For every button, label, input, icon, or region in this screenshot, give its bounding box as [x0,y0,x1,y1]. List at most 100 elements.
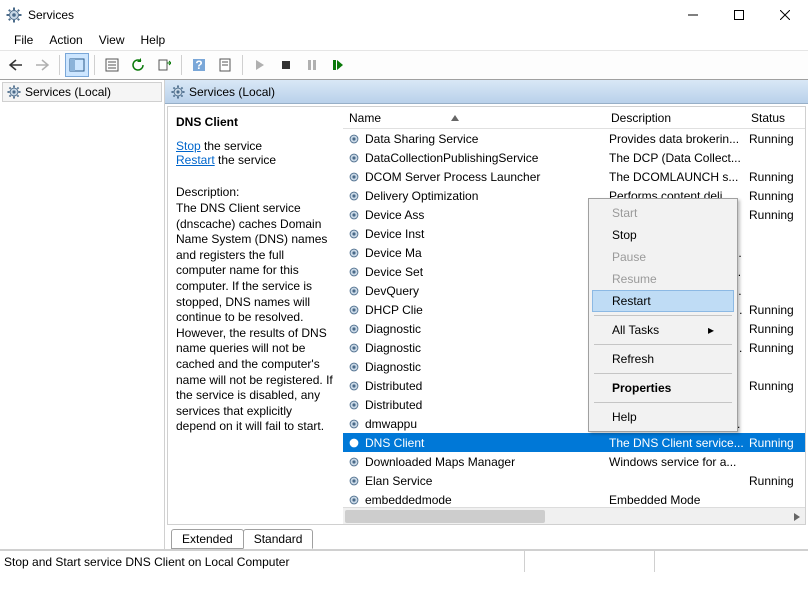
context-menu: Start Stop Pause Resume Restart All Task… [588,198,738,432]
service-name: DCOM Server Process Launcher [365,170,540,184]
menu-help[interactable]: Help [133,31,174,49]
toolbar-separator [242,55,243,75]
submenu-arrow-icon: ▸ [708,323,714,337]
gear-icon [347,284,361,298]
gear-icon [347,303,361,317]
ctx-restart[interactable]: Restart [592,290,734,312]
service-name: embeddedmode [365,493,452,507]
gear-icon [171,85,185,99]
selected-service-name: DNS Client [176,115,335,129]
left-pane: Services (Local) [0,80,165,549]
gear-icon [347,436,361,450]
right-pane-title: Services (Local) [189,85,275,99]
service-name: Data Sharing Service [365,132,478,146]
scrollbar-thumb[interactable] [345,510,545,523]
service-description: Embedded Mode [605,493,745,507]
column-name[interactable]: Name [343,107,605,128]
tab-extended[interactable]: Extended [171,529,244,549]
properties-button[interactable] [100,53,124,77]
service-name: Distributed [365,379,422,393]
service-status: Running [745,303,795,317]
refresh-button[interactable] [126,53,150,77]
menu-action[interactable]: Action [41,31,90,49]
service-name: Device Inst [365,227,424,241]
play-button[interactable] [248,53,272,77]
service-name: Device Ass [365,208,424,222]
sort-asc-icon [451,115,459,121]
ctx-all-tasks[interactable]: All Tasks▸ [592,319,734,341]
service-status: Running [745,379,795,393]
gear-icon [347,227,361,241]
titlebar: Services [0,0,808,30]
export-button[interactable] [152,53,176,77]
table-row[interactable]: DNS ClientThe DNS Client service...Runni… [343,433,805,452]
service-description: The DCP (Data Collect... [605,151,745,165]
tab-standard[interactable]: Standard [243,529,314,549]
column-status[interactable]: Status [745,107,795,128]
help-button[interactable]: ? [187,53,211,77]
service-description: Provides data brokerin... [605,132,745,146]
menu-separator [594,315,732,316]
service-name: Distributed [365,398,422,412]
horizontal-scrollbar[interactable] [343,507,805,524]
detail-panel: DNS Client Stop the service Restart the … [168,107,343,524]
description-text: The DNS Client service (dnscache) caches… [176,201,335,435]
restart-link-rest: the service [215,153,276,167]
view-tabs: Extended Standard [165,527,808,549]
forward-button[interactable] [30,53,54,77]
service-name: dmwappu [365,417,417,431]
menu-file[interactable]: File [6,31,41,49]
back-button[interactable] [4,53,28,77]
stop-button[interactable] [274,53,298,77]
service-description: Windows service for a... [605,455,745,469]
restart-link[interactable]: Restart [176,153,215,167]
table-row[interactable]: Downloaded Maps ManagerWindows service f… [343,452,805,471]
table-row[interactable]: Elan Service Running [343,471,805,490]
service-status: Running [745,474,795,488]
service-name: DevQuery [365,284,419,298]
column-description[interactable]: Description [605,107,745,128]
scroll-right-icon[interactable] [788,508,805,524]
close-button[interactable] [762,0,808,30]
menu-view[interactable]: View [91,31,133,49]
pause-button[interactable] [300,53,324,77]
gear-icon [347,398,361,412]
ctx-properties[interactable]: Properties [592,377,734,399]
ctx-start: Start [592,202,734,224]
minimize-button[interactable] [670,0,716,30]
gear-icon [347,474,361,488]
service-name: Elan Service [365,474,432,488]
toolbar-separator [94,55,95,75]
stop-link[interactable]: Stop [176,139,201,153]
service-name: DataCollectionPublishingService [365,151,538,165]
service-status: Running [745,322,795,336]
ctx-pause: Pause [592,246,734,268]
restart-button[interactable] [326,53,350,77]
service-description: The DNS Client service... [605,436,745,450]
description-label: Description: [176,185,335,199]
toolbar-separator [181,55,182,75]
show-hide-tree-button[interactable] [65,53,89,77]
table-row[interactable]: DataCollectionPublishingService The DCP (… [343,148,805,167]
table-row[interactable]: DCOM Server Process LauncherThe DCOMLAUN… [343,167,805,186]
service-name: Diagnostic [365,341,421,355]
service-status: Running [745,208,795,222]
window-title: Services [28,8,670,22]
ctx-refresh[interactable]: Refresh [592,348,734,370]
gear-icon [347,189,361,203]
ctx-help[interactable]: Help [592,406,734,428]
toolbar: ? [0,50,808,80]
service-name: Device Ma [365,246,422,260]
table-row[interactable]: Data Sharing Service Provides data broker… [343,129,805,148]
ctx-stop[interactable]: Stop [592,224,734,246]
menu-separator [594,373,732,374]
gear-icon [347,360,361,374]
status-text: Stop and Start service DNS Client on Loc… [4,555,524,569]
gear-icon [347,208,361,222]
tree-item-services-local[interactable]: Services (Local) [2,82,162,102]
service-status: Running [745,341,795,355]
stop-link-rest: the service [201,139,262,153]
maximize-button[interactable] [716,0,762,30]
help-topic-button[interactable] [213,53,237,77]
gear-icon [347,151,361,165]
